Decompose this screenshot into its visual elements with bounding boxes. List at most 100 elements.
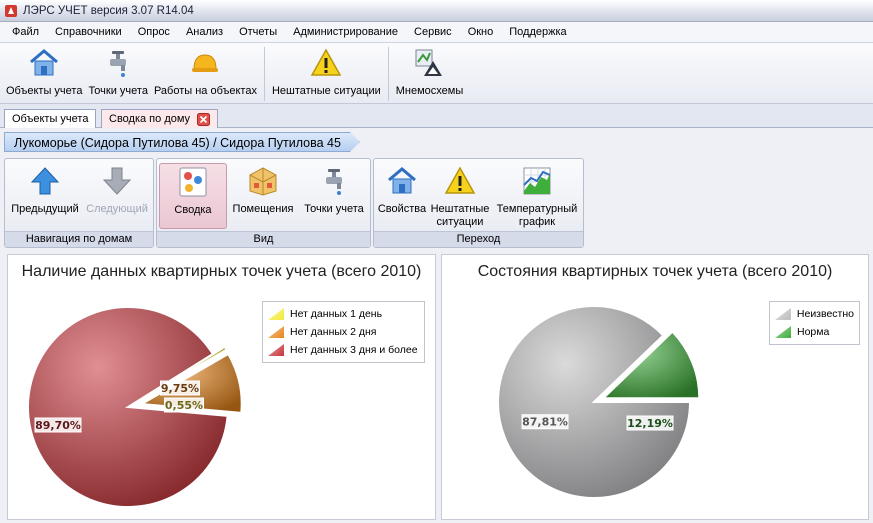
tab-summary[interactable]: Сводка по дому bbox=[101, 109, 219, 128]
goto-temperature-button[interactable]: Температурный график bbox=[494, 163, 580, 229]
tab-objects[interactable]: Объекты учета bbox=[4, 109, 97, 128]
main-toolbar: Объекты учета Точки учета Работы на объе… bbox=[0, 43, 873, 104]
legend-swatch bbox=[775, 308, 791, 320]
water-tap-icon bbox=[326, 169, 342, 195]
svg-text:0,55%: 0,55% bbox=[165, 399, 203, 412]
pie-chart-data-availability: 0,55% 9,75% 89,70% bbox=[27, 306, 243, 508]
goto-emergencies-label-line2: ситуации bbox=[436, 216, 484, 228]
ribbon-group-navigation: Предыдущий Следующий Навигация по домам bbox=[4, 158, 154, 248]
menu-support[interactable]: Поддержка bbox=[501, 22, 574, 42]
window-titlebar: ЛЭРС УЧЕТ версия 3.07 R14.04 bbox=[0, 0, 873, 22]
menu-administration[interactable]: Администрирование bbox=[285, 22, 406, 42]
view-rooms-button[interactable]: Помещения bbox=[231, 163, 295, 229]
ribbon-group-view: Сводка Помещения Точки учета Вид bbox=[156, 158, 371, 248]
svg-text:12,19%: 12,19% bbox=[627, 417, 673, 430]
legend-swatch bbox=[268, 308, 284, 320]
legend-label: Нет данных 1 день bbox=[290, 308, 383, 320]
menu-window[interactable]: Окно bbox=[460, 22, 502, 42]
view-summary-button[interactable]: Сводка bbox=[159, 163, 227, 229]
data-label: 87,81% bbox=[521, 414, 569, 430]
toolbar-emergencies-button[interactable]: Нештатные ситуации bbox=[269, 43, 384, 103]
chart-legend: Неизвестно Норма bbox=[769, 301, 860, 345]
data-label: 12,19% bbox=[626, 415, 674, 431]
warning-icon bbox=[311, 48, 342, 76]
hard-hat-icon bbox=[192, 54, 219, 72]
breadcrumb[interactable]: Лукоморье (Сидора Путилова 45) / Сидора … bbox=[4, 132, 360, 152]
toolbar-mnemo-label: Мнемосхемы bbox=[395, 85, 464, 97]
view-points-button[interactable]: Точки учета bbox=[299, 163, 369, 229]
document-tabstrip: Объекты учета Сводка по дому bbox=[0, 104, 873, 128]
warning-icon bbox=[444, 166, 476, 194]
temperature-chart-icon bbox=[523, 167, 551, 195]
goto-temperature-label-line2: график bbox=[518, 216, 556, 228]
toolbar-points-label: Точки учета bbox=[88, 85, 148, 97]
next-house-button[interactable]: Следующий bbox=[83, 163, 151, 229]
window-title: ЛЭРС УЧЕТ версия 3.07 R14.04 bbox=[23, 4, 194, 17]
legend-label: Нет данных 2 дня bbox=[290, 326, 377, 338]
chart-legend: Нет данных 1 день Нет данных 2 дня Нет дан… bbox=[262, 301, 425, 363]
pie-slice[interactable] bbox=[497, 305, 692, 499]
arrow-up-icon bbox=[30, 167, 60, 195]
menu-references[interactable]: Справочники bbox=[47, 22, 130, 42]
prev-house-label: Предыдущий bbox=[11, 203, 79, 215]
data-label: 0,55% bbox=[164, 397, 204, 413]
data-label: 89,70% bbox=[34, 417, 82, 433]
goto-properties-button[interactable]: Свойства bbox=[376, 163, 428, 229]
menu-poll[interactable]: Опрос bbox=[130, 22, 178, 42]
menu-service[interactable]: Сервис bbox=[406, 22, 460, 42]
menu-file[interactable]: Файл bbox=[4, 22, 47, 42]
goto-emergencies-label-line1: Нештатные bbox=[430, 203, 490, 215]
legend-swatch bbox=[268, 326, 284, 338]
view-rooms-label: Помещения bbox=[232, 203, 294, 215]
prev-house-button[interactable]: Предыдущий bbox=[9, 163, 81, 229]
goto-temperature-label-line1: Температурный bbox=[496, 203, 578, 215]
goto-emergencies-button[interactable]: Нештатные ситуации bbox=[430, 163, 490, 229]
toolbar-objects-label: Объекты учета bbox=[6, 85, 83, 97]
rooms-icon bbox=[249, 167, 277, 196]
menu-bar: Файл Справочники Опрос Анализ Отчеты Адм… bbox=[0, 22, 873, 43]
toolbar-points-button[interactable]: Точки учета bbox=[85, 43, 151, 103]
legend-swatch bbox=[775, 326, 791, 338]
data-label: 9,75% bbox=[160, 380, 200, 396]
legend-entry: Норма bbox=[775, 323, 854, 341]
toolbar-emergencies-label: Нештатные ситуации bbox=[271, 85, 381, 97]
toolbar-objects-button[interactable]: Объекты учета bbox=[3, 43, 85, 103]
house-icon bbox=[30, 49, 59, 76]
toolbar-separator bbox=[263, 47, 265, 101]
goto-temperature-label: Температурный график bbox=[497, 203, 578, 229]
legend-entry: Нет данных 2 дня bbox=[268, 323, 419, 341]
toolbar-works-button[interactable]: Работы на объектах bbox=[151, 43, 260, 103]
chart-panel-data-availability: Наличие данных квартирных точек учета (в… bbox=[7, 254, 436, 520]
ribbon: Предыдущий Следующий Навигация по домам … bbox=[4, 158, 584, 248]
toolbar-mnemo-button[interactable]: Мнемосхемы bbox=[393, 43, 467, 103]
svg-text:9,75%: 9,75% bbox=[161, 382, 199, 395]
view-points-label: Точки учета bbox=[304, 203, 364, 215]
legend-label: Нет данных 3 дня и более bbox=[290, 344, 418, 356]
breadcrumb-bar: Лукоморье (Сидора Путилова 45) / Сидора … bbox=[0, 129, 873, 155]
ribbon-group-view-caption: Вид bbox=[157, 231, 370, 247]
legend-label: Неизвестно bbox=[796, 308, 854, 320]
app-logo-icon bbox=[5, 4, 17, 17]
view-summary-label: Сводка bbox=[174, 204, 212, 216]
svg-text:87,81%: 87,81% bbox=[522, 416, 568, 429]
goto-properties-label: Свойства bbox=[377, 203, 427, 215]
legend-entry: Нет данных 3 дня и более bbox=[268, 341, 419, 359]
ribbon-group-navigation-caption: Навигация по домам bbox=[5, 231, 153, 247]
tab-summary-label: Сводка по дому bbox=[109, 113, 191, 125]
close-tab-icon[interactable] bbox=[197, 112, 211, 126]
menu-reports[interactable]: Отчеты bbox=[231, 22, 285, 42]
svg-text:89,70%: 89,70% bbox=[35, 419, 81, 432]
mnemoscheme-icon bbox=[415, 49, 443, 76]
pie-chart-point-states: 87,81% 12,19% bbox=[497, 305, 701, 499]
legend-entry: Нет данных 1 день bbox=[268, 305, 419, 323]
arrow-down-icon bbox=[102, 167, 132, 195]
menu-analysis[interactable]: Анализ bbox=[178, 22, 231, 42]
ribbon-group-goto: Свойства Нештатные ситуации Температурный… bbox=[373, 158, 584, 248]
legend-entry: Неизвестно bbox=[775, 305, 854, 323]
water-tap-icon bbox=[110, 51, 127, 77]
tab-objects-label: Объекты учета bbox=[12, 113, 89, 125]
ribbon-group-goto-caption: Переход bbox=[374, 231, 583, 247]
house-icon bbox=[388, 167, 416, 194]
chart-panel-point-states: Состояния квартирных точек учета (всего … bbox=[441, 254, 869, 520]
toolbar-works-label: Работы на объектах bbox=[153, 85, 257, 97]
